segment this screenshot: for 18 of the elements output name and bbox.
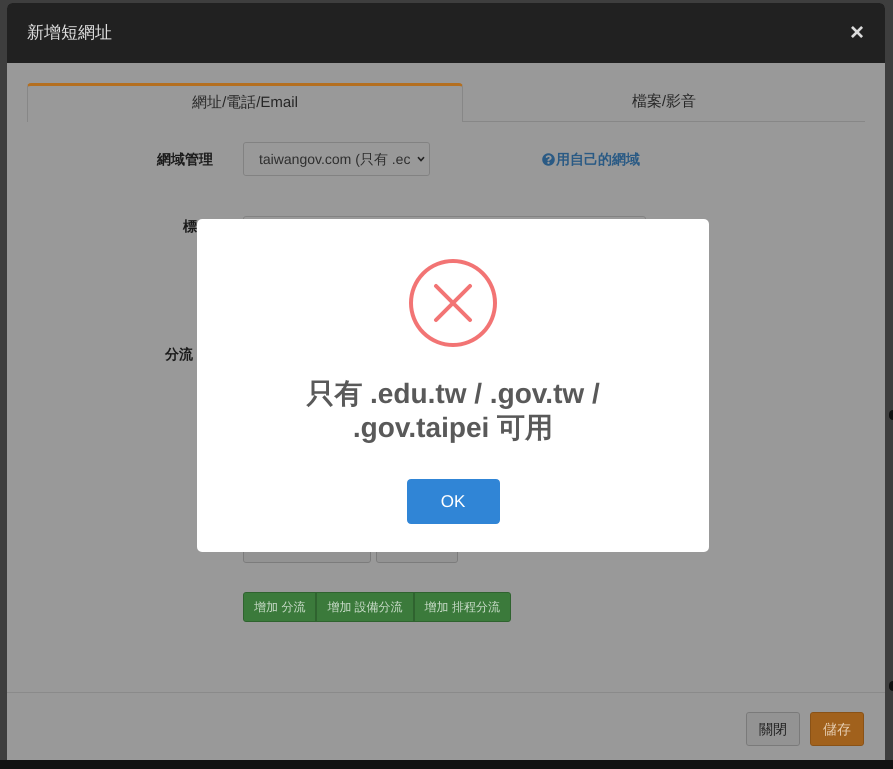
- field-label: 網域管理: [156, 150, 213, 168]
- tab[interactable]: 網址/電話/Email: [27, 83, 463, 122]
- chevron-down-icon: [417, 156, 425, 162]
- close-dialog-button[interactable]: 關閉: [746, 712, 800, 746]
- save-button[interactable]: 儲存: [810, 712, 864, 746]
- add-split-button[interactable]: 增加 設備分流: [316, 592, 414, 622]
- field-label: 分流: [165, 345, 193, 364]
- alert-message: 只有 .edu.tw / .gov.tw / .gov.taipei 可用: [305, 377, 601, 445]
- window-title: 新增短網址: [27, 22, 112, 44]
- add-split-button[interactable]: 增加 排程分流: [414, 592, 512, 622]
- domain-select[interactable]: taiwangov.com (只有 .ec: [243, 142, 430, 176]
- tab[interactable]: 檔案/影音: [463, 83, 865, 122]
- help-link[interactable]: 用自己的網域: [542, 148, 640, 170]
- close-button[interactable]: ×: [850, 21, 864, 45]
- help-icon: [542, 152, 555, 166]
- ok-button[interactable]: OK: [406, 479, 500, 524]
- add-split-button[interactable]: 增加 分流: [243, 592, 316, 622]
- field-label: 標: [183, 217, 197, 236]
